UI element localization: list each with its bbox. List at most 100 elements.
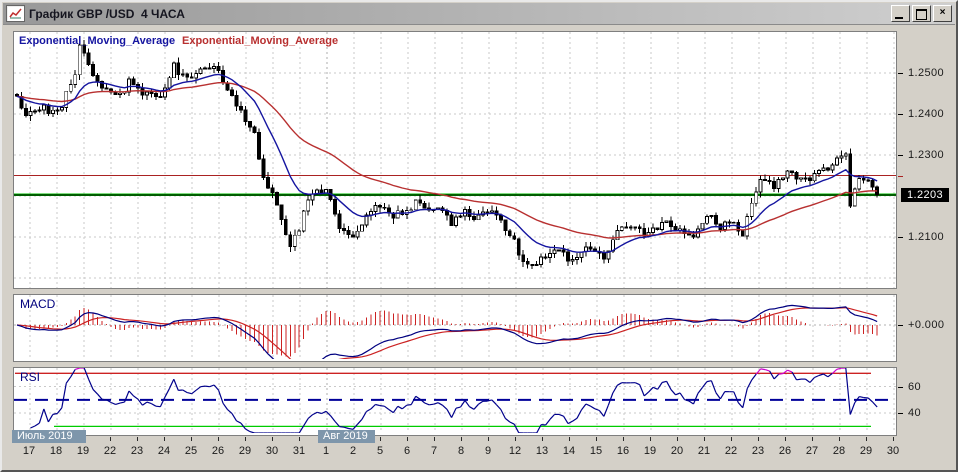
rsi-line-segment xyxy=(719,391,726,400)
rsi-line-segment xyxy=(733,391,739,403)
rsi-line-segment xyxy=(590,405,596,410)
candle-body xyxy=(32,110,37,113)
candle-body xyxy=(852,188,857,207)
candle-body xyxy=(601,252,606,260)
y-axis-label: 1.2100 xyxy=(908,231,945,244)
candle-body xyxy=(252,126,257,134)
candle-body xyxy=(821,167,826,171)
candle-body xyxy=(687,233,691,236)
minimize-button[interactable] xyxy=(891,5,910,22)
candle-body xyxy=(180,73,185,76)
x-axis-tick xyxy=(434,437,435,441)
rsi-line-segment xyxy=(155,405,161,408)
chart-window: График GBP /USD 4 ЧАСА × Exponential_Mov… xyxy=(0,0,958,472)
rsi-line-segment xyxy=(370,404,376,410)
x-axis-label: 31 xyxy=(292,445,306,457)
candle-body xyxy=(740,230,745,237)
candle-body xyxy=(561,249,566,253)
macd-pane[interactable]: MACD xyxy=(13,294,897,362)
rsi-axis-label: 40 xyxy=(908,407,922,420)
candle-body xyxy=(149,91,154,95)
x-axis-tick xyxy=(893,437,894,441)
rsi-line-segment xyxy=(133,395,139,400)
candle-body xyxy=(839,155,844,159)
candle-body xyxy=(297,230,302,236)
candle-body xyxy=(651,227,656,234)
rsi-line-segment xyxy=(509,421,515,425)
close-button[interactable]: × xyxy=(933,5,952,22)
candle-body xyxy=(633,226,638,229)
rsi-line-segment xyxy=(639,384,645,397)
candle-body xyxy=(37,109,42,112)
candle-body xyxy=(409,209,414,212)
x-axis-label: 26 xyxy=(778,445,792,457)
rsi-line-segment xyxy=(159,397,166,407)
rsi-line-segment xyxy=(563,415,569,424)
candle-body xyxy=(552,249,557,254)
rsi-line-segment xyxy=(424,402,430,406)
rsi-line-segment xyxy=(379,405,385,407)
rsi-line-segment xyxy=(670,389,677,396)
candle-body xyxy=(292,234,297,248)
candle-body xyxy=(185,73,190,78)
candle-body xyxy=(301,210,306,232)
x-axis-tick xyxy=(461,437,462,441)
candle-body xyxy=(557,249,562,252)
rsi-line-segment xyxy=(88,379,94,390)
rsi-line-segment xyxy=(317,411,322,415)
rsi-line-segment xyxy=(697,387,703,394)
x-axis-label: 21 xyxy=(697,445,711,457)
candle-body xyxy=(704,216,709,224)
x-axis-tick xyxy=(839,437,840,441)
window-controls: × xyxy=(891,5,952,22)
x-axis-tick xyxy=(758,437,759,441)
candle-body xyxy=(342,228,346,232)
x-axis-label: 24 xyxy=(157,445,171,457)
price-chart-pane[interactable]: Exponential_Moving_Average Exponential_M… xyxy=(13,31,897,289)
x-axis-tick xyxy=(164,437,165,441)
rsi-line-segment xyxy=(47,414,54,423)
candle-body xyxy=(239,105,243,111)
current-price-badge: 1.2203 xyxy=(901,188,949,202)
rsi-line-segment xyxy=(867,397,874,403)
candle-body xyxy=(449,214,454,226)
rsi-line-segment xyxy=(643,391,650,397)
rsi-line-segment xyxy=(97,393,103,400)
rsi-canvas[interactable] xyxy=(14,368,896,433)
rsi-line-segment xyxy=(119,401,125,404)
rsi-line-segment xyxy=(168,378,175,390)
x-axis-label: 30 xyxy=(265,445,279,457)
rsi-line-segment xyxy=(576,409,583,419)
candle-body xyxy=(812,172,817,182)
candle-body xyxy=(691,234,696,238)
candle-body xyxy=(113,91,118,96)
candle-body xyxy=(198,68,203,75)
rsi-line-segment xyxy=(836,368,842,370)
candle-body xyxy=(825,167,830,171)
candle-body xyxy=(503,219,508,232)
maximize-button[interactable] xyxy=(912,5,931,22)
rsi-pane[interactable]: RSI xyxy=(13,367,897,436)
window-titlebar[interactable]: График GBP /USD 4 ЧАСА × xyxy=(3,3,955,25)
chart-icon xyxy=(6,5,25,22)
candle-body xyxy=(767,179,772,182)
rsi-line-segment xyxy=(464,400,470,408)
price-chart-canvas[interactable] xyxy=(14,32,896,288)
rsi-line-segment xyxy=(128,390,134,397)
macd-signal-line xyxy=(16,307,878,359)
rsi-line-segment xyxy=(249,431,255,433)
macd-canvas[interactable] xyxy=(14,295,896,359)
y-axis-tick xyxy=(898,114,903,116)
rsi-line-segment xyxy=(845,368,851,415)
candle-body xyxy=(472,216,476,221)
x-axis-tick xyxy=(542,437,543,441)
x-axis-label: 15 xyxy=(589,445,603,457)
x-axis-label: 16 xyxy=(616,445,630,457)
candle-body xyxy=(203,67,208,70)
candle-body xyxy=(104,87,109,90)
rsi-line-segment xyxy=(429,403,434,406)
rsi-line-segment xyxy=(585,403,591,407)
y-axis-label: 1.2300 xyxy=(908,149,945,162)
candle-body xyxy=(270,187,275,194)
candle-body xyxy=(360,224,364,232)
